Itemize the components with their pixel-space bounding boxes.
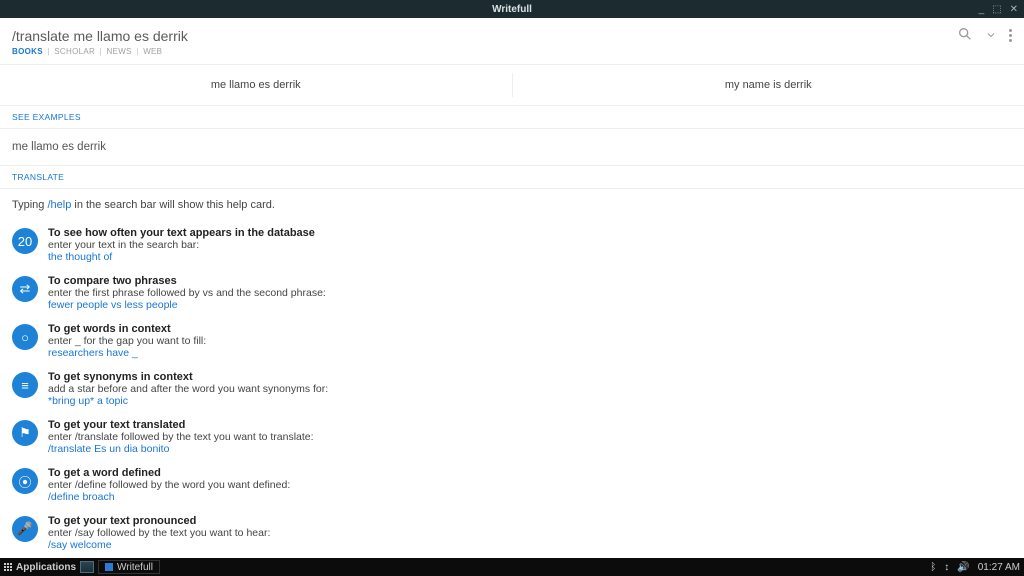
- search-bar: [0, 18, 1024, 47]
- help-icon: ○: [12, 324, 38, 350]
- source-web[interactable]: WEB: [143, 47, 162, 56]
- compare-left: me llamo es derrik: [0, 65, 512, 105]
- window-controls: _ ⬚ ✕: [979, 0, 1018, 18]
- window-titlebar: Writefull _ ⬚ ✕: [0, 0, 1024, 18]
- volume-icon[interactable]: 🔊: [957, 562, 969, 573]
- help-item-desc: enter _ for the gap you want to fill:: [48, 335, 206, 347]
- app-body: BOOKS | SCHOLAR | NEWS | WEB me llamo es…: [0, 18, 1024, 558]
- help-item-title: To see how often your text appears in th…: [48, 227, 315, 239]
- example-text: me llamo es derrik: [0, 129, 1024, 165]
- help-item: 🎤 To get your text pronouncedenter /say f…: [12, 509, 1012, 557]
- help-item-example[interactable]: *bring up* a topic: [48, 395, 328, 407]
- network-icon[interactable]: ↕: [944, 562, 949, 573]
- see-examples-link[interactable]: SEE EXAMPLES: [0, 106, 1024, 128]
- source-scholar[interactable]: SCHOLAR: [54, 47, 95, 56]
- source-news[interactable]: NEWS: [107, 47, 132, 56]
- help-intro: Typing /help in the search bar will show…: [0, 189, 1024, 217]
- taskbar-task-writefull[interactable]: Writefull: [98, 560, 160, 574]
- applications-menu-button[interactable]: Applications: [4, 562, 76, 573]
- system-taskbar: Applications Writefull ᛒ ↕ 🔊 01:27 AM: [0, 558, 1024, 576]
- more-menu-icon[interactable]: [1009, 29, 1012, 42]
- help-item: ⚑ To get your text translatedenter /trans…: [12, 413, 1012, 461]
- search-input[interactable]: [12, 28, 957, 44]
- help-item-title: To get words in context: [48, 323, 206, 335]
- help-list: 20 To see how often your text appears in …: [0, 217, 1024, 558]
- chevron-down-icon[interactable]: [985, 28, 997, 44]
- help-item: 20 To see how often your text appears in …: [12, 221, 1012, 269]
- apps-grid-icon: [4, 563, 12, 571]
- search-icon[interactable]: [957, 26, 973, 45]
- help-item-desc: enter /say followed by the text you want…: [48, 527, 270, 539]
- help-item-desc: add a star before and after the word you…: [48, 383, 328, 395]
- help-item: ⇄ To compare two phrasesenter the first p…: [12, 269, 1012, 317]
- help-icon: ⦿: [12, 468, 38, 494]
- bluetooth-icon[interactable]: ᛒ: [930, 562, 936, 573]
- help-item-example[interactable]: /say welcome: [48, 539, 270, 551]
- minimize-button[interactable]: _: [979, 4, 985, 15]
- help-icon: 20: [12, 228, 38, 254]
- help-item-example[interactable]: /translate Es un dia bonito: [48, 443, 314, 455]
- help-item: ○ To get words in contextenter _ for the …: [12, 317, 1012, 365]
- help-item-title: To get a word defined: [48, 467, 290, 479]
- help-icon: ⚑: [12, 420, 38, 446]
- help-item-example[interactable]: researchers have _: [48, 347, 206, 359]
- help-item-title: To get your text translated: [48, 419, 314, 431]
- clock[interactable]: 01:27 AM: [978, 562, 1020, 573]
- source-selector: BOOKS | SCHOLAR | NEWS | WEB: [0, 47, 1024, 62]
- help-item-example[interactable]: fewer people vs less people: [48, 299, 326, 311]
- help-item-title: To get your text pronounced: [48, 515, 270, 527]
- source-books[interactable]: BOOKS: [12, 47, 43, 56]
- close-button[interactable]: ✕: [1010, 4, 1018, 15]
- app-icon: [105, 563, 113, 571]
- help-item-desc: enter /define followed by the word you w…: [48, 479, 290, 491]
- help-item-desc: enter /translate followed by the text yo…: [48, 431, 314, 443]
- workspace-switcher[interactable]: [80, 561, 94, 573]
- compare-right: my name is derrik: [513, 65, 1024, 105]
- help-item-desc: enter the first phrase followed by vs an…: [48, 287, 326, 299]
- help-item: ≡ To get synonyms in contextadd a star be…: [12, 365, 1012, 413]
- maximize-button[interactable]: ⬚: [992, 4, 1001, 15]
- help-icon: 🎤: [12, 516, 38, 542]
- help-item-title: To get synonyms in context: [48, 371, 328, 383]
- help-item-title: To compare two phrases: [48, 275, 326, 287]
- help-item: ⦿ To get a word definedenter /define foll…: [12, 461, 1012, 509]
- help-item-example[interactable]: the thought of: [48, 251, 315, 263]
- help-icon: ≡: [12, 372, 38, 398]
- help-item-desc: enter your text in the search bar:: [48, 239, 315, 251]
- translate-link[interactable]: TRANSLATE: [0, 166, 1024, 188]
- help-icon: ⇄: [12, 276, 38, 302]
- window-title: Writefull: [492, 4, 532, 15]
- help-item-example[interactable]: /define broach: [48, 491, 290, 503]
- translation-compare: me llamo es derrik my name is derrik: [0, 64, 1024, 105]
